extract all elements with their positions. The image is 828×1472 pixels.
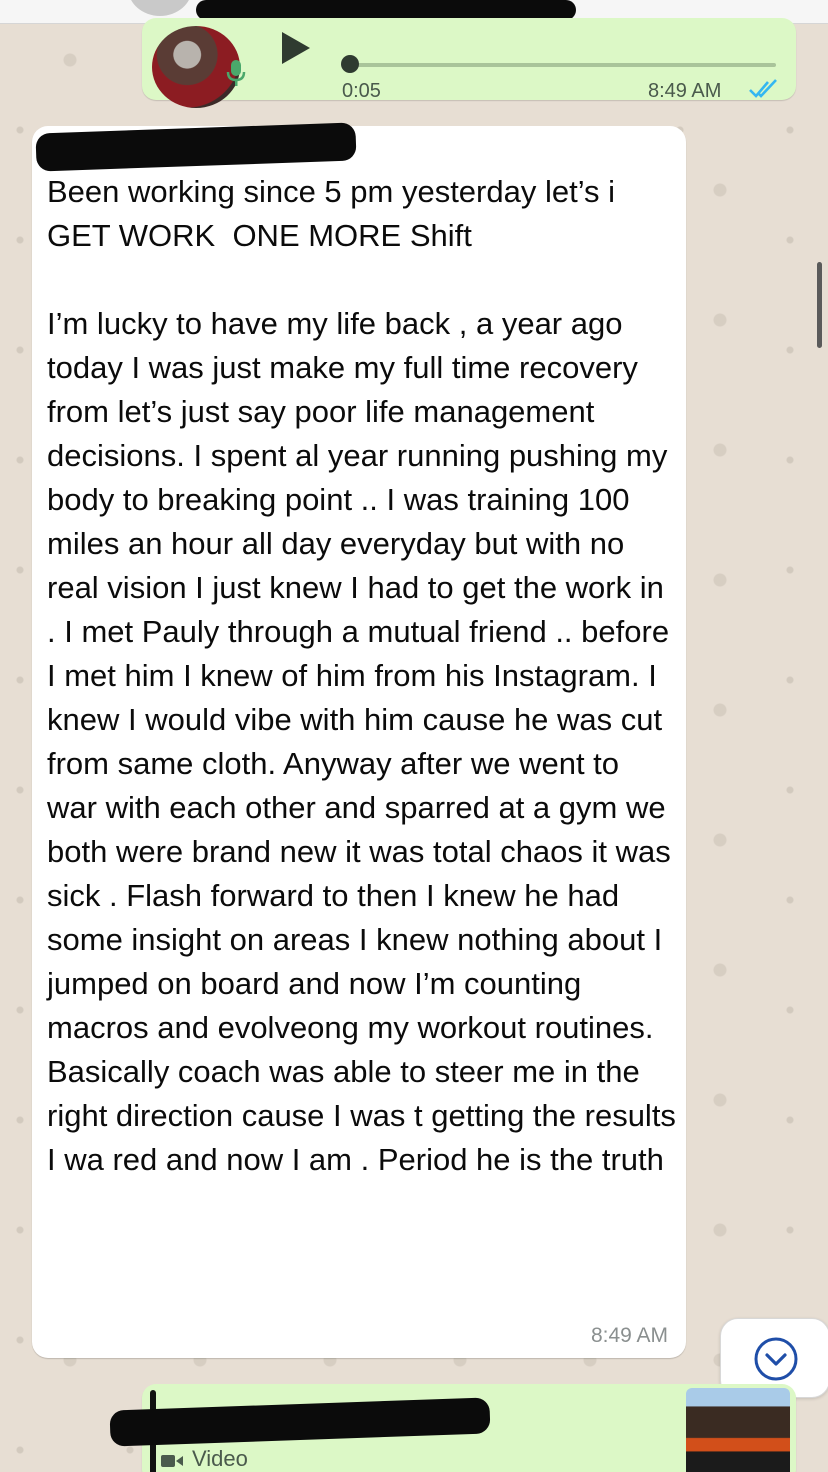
voice-message-bubble[interactable]: 0:05 8:49 AM	[142, 18, 796, 108]
voice-progress-track[interactable]	[348, 63, 776, 67]
voice-timestamp: 8:49 AM	[648, 80, 722, 102]
video-label-text: Video	[192, 1446, 248, 1471]
chevron-down-icon	[754, 1337, 798, 1381]
video-camera-icon	[160, 1450, 184, 1468]
redacted-contact-name	[196, 0, 576, 20]
video-label: Video	[160, 1446, 248, 1472]
voice-progress-handle[interactable]	[341, 55, 359, 73]
message-text: Been working since 5 pm yesterday let’s …	[47, 174, 676, 1177]
play-icon[interactable]	[278, 28, 312, 68]
voice-duration: 0:05	[342, 80, 381, 102]
double-check-read-icon	[748, 78, 780, 100]
microphone-icon	[222, 58, 250, 94]
message-timestamp: 8:49 AM	[590, 1324, 668, 1347]
video-thumbnail[interactable]	[686, 1388, 790, 1472]
scroll-indicator[interactable]	[817, 262, 822, 348]
incoming-message-bubble[interactable]: Been working since 5 pm yesterday let’s …	[32, 126, 686, 1358]
